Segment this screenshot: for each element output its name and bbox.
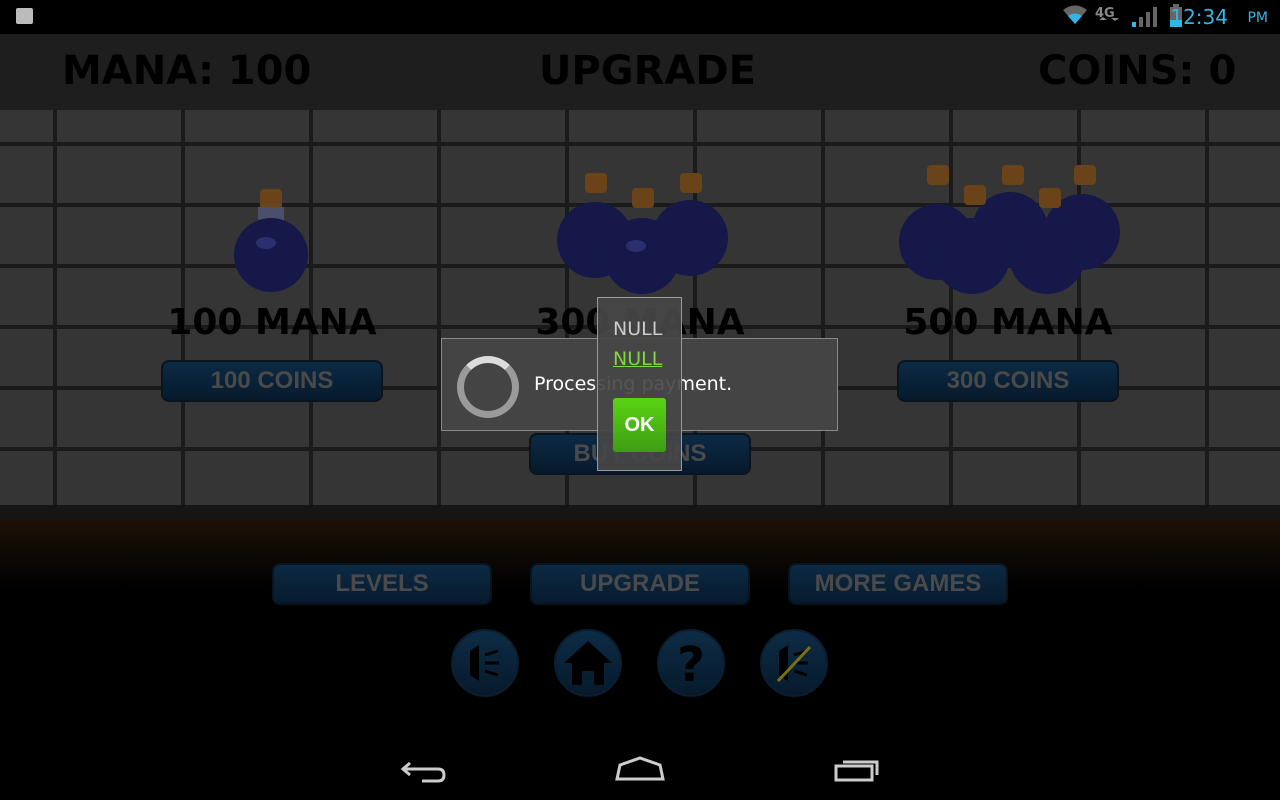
clock: 12:34: [1170, 5, 1228, 29]
clock-ampm: PM: [1247, 10, 1268, 26]
ground-ledge: [0, 505, 1280, 519]
popup-text: NULL: [613, 318, 663, 340]
potion-1-icon: [234, 189, 308, 292]
signal-icon: [1132, 7, 1157, 27]
wifi-icon: [1063, 5, 1087, 24]
svg-text:?: ?: [677, 637, 705, 693]
levels-button[interactable]: LEVELS: [272, 563, 492, 605]
page-title: UPGRADE: [539, 48, 756, 94]
loading-spinner-icon: [457, 356, 519, 418]
back-icon[interactable]: [400, 755, 448, 785]
buy-100-mana-button[interactable]: 100 COINS: [161, 360, 383, 402]
help-button[interactable]: ?: [657, 629, 725, 697]
coins-counter: COINS: 0: [1038, 48, 1237, 94]
shopping-bag-icon: [16, 8, 33, 24]
mana-counter: MANA: 100: [62, 48, 312, 94]
sound-off-button[interactable]: [760, 629, 828, 697]
4g-lte-icon: 4G: [1095, 6, 1119, 21]
recent-apps-icon[interactable]: [833, 755, 883, 783]
ok-button[interactable]: OK: [613, 398, 666, 452]
sound-off-icon: [776, 645, 812, 683]
sound-on-icon: [470, 645, 499, 681]
sound-on-button[interactable]: [451, 629, 519, 697]
upgrade-button[interactable]: UPGRADE: [530, 563, 750, 605]
home-icon: [564, 641, 612, 685]
potion-5-icon: [899, 165, 1120, 294]
offer-label-500-mana: 500 MANA: [903, 302, 1113, 343]
popup-link[interactable]: NULL: [613, 348, 662, 370]
offer-label-100-mana: 100 MANA: [167, 302, 377, 343]
home-button[interactable]: [554, 629, 622, 697]
buy-500-mana-button[interactable]: 300 COINS: [897, 360, 1119, 402]
help-icon: ?: [677, 637, 705, 693]
status-bar: 4G 12:34 PM: [0, 0, 1280, 34]
more-games-button[interactable]: MORE GAMES: [788, 563, 1008, 605]
home-nav-icon[interactable]: [614, 755, 666, 783]
null-popup: NULL NULL OK: [597, 297, 682, 471]
potion-3-icon: [557, 173, 728, 294]
